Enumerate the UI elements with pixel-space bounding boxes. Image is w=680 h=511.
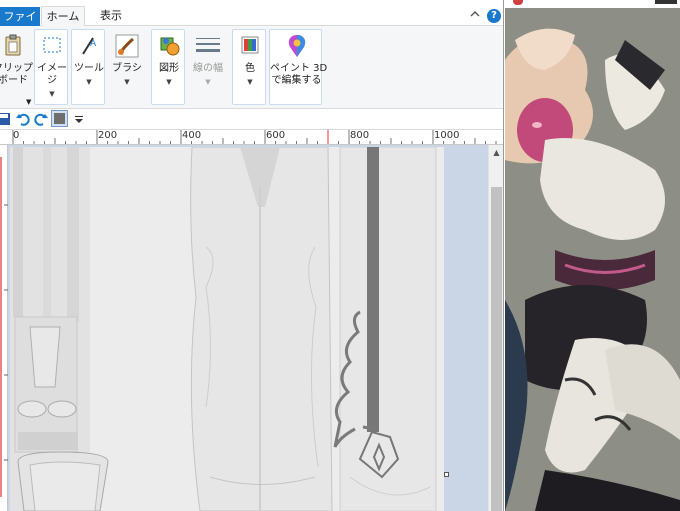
paint3d-label: ペイント 3D で編集する bbox=[270, 63, 328, 86]
vertical-ruler-ticks bbox=[0, 157, 8, 497]
tools-label: ツール bbox=[74, 63, 104, 74]
paint3d-icon bbox=[283, 32, 311, 60]
image-caret: ▼ bbox=[49, 90, 55, 98]
clipboard-caret: ▼ bbox=[26, 98, 32, 106]
vertical-scrollbar[interactable]: ▲ bbox=[488, 145, 503, 511]
illustration-image bbox=[505, 8, 680, 511]
ruler-label-1000: 1000 bbox=[434, 130, 460, 141]
ruler-label-800: 800 bbox=[350, 130, 370, 141]
brush-icon bbox=[113, 32, 141, 60]
tools-button[interactable]: A ツール ▼ bbox=[72, 32, 106, 88]
ruler-label-400: 400 bbox=[182, 130, 202, 141]
paint-window: ファイル ホーム 表示 ? クリップ ボード ▼ bbox=[0, 0, 504, 511]
svg-text:A: A bbox=[90, 39, 97, 49]
group-clipboard: クリップ ボード ▼ bbox=[0, 29, 33, 106]
tab-file[interactable]: ファイル bbox=[0, 7, 40, 42]
line-width-button[interactable]: 線の幅 ▼ bbox=[189, 32, 227, 88]
tools-icon: A bbox=[75, 32, 103, 60]
quick-access-toolbar bbox=[0, 109, 503, 130]
clipboard-icon bbox=[0, 32, 27, 60]
ruler-label-600: 600 bbox=[266, 130, 286, 141]
ribbon-home-panel: クリップ ボード ▼ イメージ ▼ A bbox=[0, 26, 503, 109]
save-icon[interactable] bbox=[0, 112, 11, 126]
collapse-ribbon-icon[interactable] bbox=[469, 9, 481, 19]
clipboard-button[interactable]: クリップ ボード bbox=[0, 32, 33, 87]
image-label: イメージ bbox=[37, 63, 67, 86]
line-width-label: 線の幅 bbox=[193, 63, 223, 74]
brush-label: ブラシ bbox=[112, 63, 142, 74]
ruler-label-0: 0 bbox=[13, 130, 20, 141]
group-colors: 色 ▼ bbox=[232, 29, 266, 105]
brush-button[interactable]: ブラシ ▼ bbox=[109, 32, 145, 88]
group-paint3d: ペイント 3D で編集する bbox=[269, 29, 328, 105]
line-width-icon bbox=[194, 32, 222, 60]
tab-view[interactable]: 表示 bbox=[96, 6, 126, 26]
clipboard-label: クリップ ボード bbox=[0, 63, 33, 86]
ruler-label-200: 200 bbox=[98, 130, 118, 141]
tab-home[interactable]: ホーム bbox=[41, 6, 85, 26]
edit-with-paint3d-button[interactable]: ペイント 3D で編集する bbox=[270, 32, 328, 87]
canvas-workspace bbox=[8, 145, 488, 511]
tools-caret: ▼ bbox=[86, 78, 92, 86]
brush-caret: ▼ bbox=[124, 78, 130, 86]
image-viewer-window bbox=[505, 0, 680, 511]
group-tools: A ツール ▼ bbox=[71, 29, 105, 105]
group-line-width: 線の幅 ▼ bbox=[188, 29, 226, 105]
colors-button[interactable]: 色 ▼ bbox=[233, 32, 267, 88]
drawing-canvas[interactable] bbox=[10, 147, 444, 511]
color-palette-icon bbox=[236, 32, 264, 60]
horizontal-ruler: 0 200 400 600 800 1000 bbox=[0, 130, 503, 145]
group-brush: ブラシ ▼ bbox=[108, 29, 144, 105]
group-image: イメージ ▼ bbox=[34, 29, 68, 105]
help-button[interactable]: ? bbox=[487, 9, 501, 23]
scroll-up-arrow-icon[interactable]: ▲ bbox=[489, 145, 503, 160]
canvas-resize-handle[interactable] bbox=[444, 472, 449, 477]
line-width-caret: ▼ bbox=[205, 78, 211, 86]
customize-qat-icon[interactable] bbox=[72, 112, 86, 126]
vertical-ruler bbox=[0, 145, 8, 511]
ruler-ticks bbox=[12, 130, 497, 144]
shapes-icon bbox=[155, 32, 183, 60]
scrollbar-thumb[interactable] bbox=[491, 187, 502, 511]
shapes-label: 図形 bbox=[159, 63, 179, 74]
colors-label: 色 bbox=[245, 63, 255, 74]
shapes-caret: ▼ bbox=[166, 78, 172, 86]
image-button[interactable]: イメージ ▼ bbox=[35, 32, 69, 100]
redo-icon[interactable] bbox=[34, 112, 48, 126]
texture-artwork bbox=[10, 147, 437, 511]
ribbon-tab-bar: ファイル ホーム 表示 ? bbox=[0, 0, 503, 42]
colors-caret: ▼ bbox=[247, 78, 253, 86]
select-icon bbox=[38, 32, 66, 60]
group-shapes: 図形 ▼ bbox=[151, 29, 185, 105]
shapes-button[interactable]: 図形 ▼ bbox=[152, 32, 186, 88]
color-quick-button[interactable] bbox=[51, 110, 68, 127]
undo-icon[interactable] bbox=[16, 112, 30, 126]
current-color-swatch bbox=[54, 113, 65, 124]
